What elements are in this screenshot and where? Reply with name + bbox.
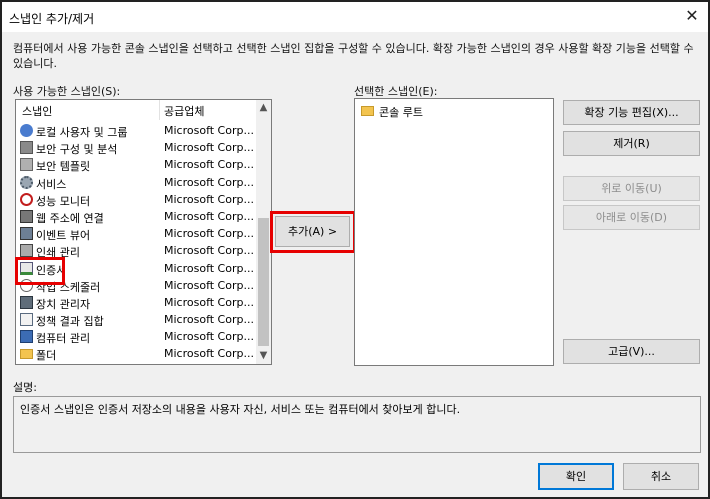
snapin-vendor: Microsoft Corp...: [164, 209, 254, 223]
description-box: 인증서 스냅인은 인증서 저장소의 내용을 사용자 자신, 서비스 또는 컴퓨터…: [13, 396, 701, 453]
snapin-vendor: Microsoft Corp...: [164, 261, 254, 275]
snapin-vendor: Microsoft Corp...: [164, 124, 254, 137]
selected-snapins-label: 선택한 스냅인(E):: [354, 85, 438, 98]
move-down-button[interactable]: 아래로 이동(D): [563, 205, 700, 230]
description-label: 설명:: [13, 381, 37, 394]
snapin-name: 서비스: [36, 177, 67, 191]
snapin-vendor: Microsoft Corp...: [164, 278, 254, 292]
remove-button[interactable]: 제거(R): [563, 131, 700, 156]
services-gear-icon: [20, 175, 33, 189]
snapin-name: 성능 모니터: [36, 194, 91, 208]
policy-result-icon: [20, 313, 33, 327]
certificate-icon: [20, 261, 33, 275]
ok-button[interactable]: 확인: [538, 463, 614, 490]
console-root-label: 콘솔 루트: [379, 106, 423, 119]
snapin-name: 장치 관리자: [36, 297, 91, 311]
print-management-icon: [20, 244, 33, 258]
table-row[interactable]: 이벤트 뷰어 Microsoft Corp...: [16, 225, 258, 242]
snapin-name: 인증서: [36, 263, 67, 277]
intro-text: 컴퓨터에서 사용 가능한 콘솔 스냅인을 선택하고 선택한 스냅인 집합을 구성…: [13, 42, 694, 70]
web-link-icon: [20, 209, 33, 223]
snapin-vendor: Microsoft Corp...: [164, 227, 254, 241]
snapin-vendor: Microsoft Corp...: [164, 330, 254, 344]
snapin-name: 보안 템플릿: [36, 160, 91, 174]
scroll-down-icon[interactable]: ▼: [256, 348, 271, 364]
advanced-button[interactable]: 고급(V)...: [563, 339, 700, 364]
table-row[interactable]: 장치 관리자 Microsoft Corp...: [16, 294, 258, 311]
security-template-icon: [20, 158, 33, 172]
snapin-vendor: Microsoft Corp...: [164, 158, 254, 172]
description-text: 인증서 스냅인은 인증서 저장소의 내용을 사용자 자신, 서비스 또는 컴퓨터…: [20, 403, 461, 416]
add-button[interactable]: 추가(A) >: [275, 216, 350, 247]
column-divider[interactable]: [159, 100, 160, 120]
scroll-up-icon[interactable]: ▲: [256, 100, 271, 116]
snapin-vendor: Microsoft Corp...: [164, 347, 254, 361]
snapin-vendor: Microsoft Corp...: [164, 192, 254, 206]
table-row[interactable]: 컴퓨터 관리 Microsoft Corp...: [16, 328, 258, 345]
available-snapins-label: 사용 가능한 스냅인(S):: [13, 85, 121, 98]
table-row[interactable]: 성능 모니터 Microsoft Corp...: [16, 191, 258, 208]
table-row[interactable]: 폴더 Microsoft Corp...: [16, 345, 258, 362]
security-analysis-icon: [20, 141, 33, 155]
snapin-vendor: Microsoft Corp...: [164, 244, 254, 258]
list-item[interactable]: 콘솔 루트: [359, 103, 539, 119]
folder-icon: [20, 349, 33, 360]
snapin-name: 폴더: [36, 349, 57, 363]
users-icon: [20, 124, 33, 137]
snapin-name: 이벤트 뷰어: [36, 229, 91, 243]
computer-management-icon: [20, 330, 33, 344]
snapin-name: 컴퓨터 관리: [36, 332, 91, 346]
add-remove-snapins-dialog: 스냅인 추가/제거 ✕ 컴퓨터에서 사용 가능한 콘솔 스냅인을 선택하고 선택…: [0, 0, 710, 499]
list-header: 스냅인 공급업체: [16, 100, 258, 120]
snapin-vendor: Microsoft Corp...: [164, 141, 254, 155]
folder-icon: [361, 106, 374, 116]
table-row[interactable]: 정책 결과 집합 Microsoft Corp...: [16, 311, 258, 328]
selected-snapins-list[interactable]: 콘솔 루트: [354, 98, 554, 366]
table-row[interactable]: 인증서 Microsoft Corp...: [16, 260, 258, 277]
table-row[interactable]: 서비스 Microsoft Corp...: [16, 174, 258, 191]
event-viewer-icon: [20, 227, 33, 241]
cancel-button[interactable]: 취소: [623, 463, 699, 490]
table-row[interactable]: 작업 스케줄러 Microsoft Corp...: [16, 277, 258, 294]
snapin-name: 보안 구성 및 분석: [36, 143, 118, 157]
vertical-scrollbar[interactable]: ▲ ▼: [256, 100, 271, 364]
performance-monitor-icon: [20, 192, 33, 206]
scrollbar-thumb[interactable]: [258, 218, 269, 346]
snapin-vendor: Microsoft Corp...: [164, 175, 254, 189]
table-row[interactable]: 보안 구성 및 분석 Microsoft Corp...: [16, 139, 258, 156]
snapin-name: 로컬 사용자 및 그룹: [36, 126, 128, 139]
available-snapins-list[interactable]: 스냅인 공급업체 로컬 사용자 및 그룹 Microsoft Corp... 보안 …: [15, 99, 272, 365]
column-header-vendor[interactable]: 공급업체: [164, 103, 204, 119]
snapin-name: 정책 결과 집합: [36, 315, 104, 329]
snapin-name: 작업 스케줄러: [36, 280, 101, 294]
snapin-name: 인쇄 관리: [36, 246, 80, 260]
table-row[interactable]: 로컬 사용자 및 그룹 Microsoft Corp...: [16, 122, 258, 139]
move-up-button[interactable]: 위로 이동(U): [563, 176, 700, 201]
table-row[interactable]: 보안 템플릿 Microsoft Corp...: [16, 156, 258, 173]
task-scheduler-icon: [20, 278, 33, 292]
close-icon[interactable]: ✕: [680, 4, 704, 28]
table-row[interactable]: 웹 주소에 연결 Microsoft Corp...: [16, 208, 258, 225]
table-row[interactable]: 인쇄 관리 Microsoft Corp...: [16, 242, 258, 259]
snapin-rows: 로컬 사용자 및 그룹 Microsoft Corp... 보안 구성 및 분석 Mi…: [16, 122, 258, 363]
snapin-vendor: Microsoft Corp...: [164, 295, 254, 309]
edit-extensions-button[interactable]: 확장 기능 편집(X)...: [563, 100, 700, 125]
device-manager-icon: [20, 295, 33, 309]
snapin-name: 웹 주소에 연결: [36, 211, 104, 225]
window-title: 스냅인 추가/제거: [9, 12, 95, 26]
snapin-vendor: Microsoft Corp...: [164, 313, 254, 327]
column-header-snapin[interactable]: 스냅인: [22, 103, 52, 119]
title-bar: 스냅인 추가/제거 ✕: [2, 2, 708, 32]
